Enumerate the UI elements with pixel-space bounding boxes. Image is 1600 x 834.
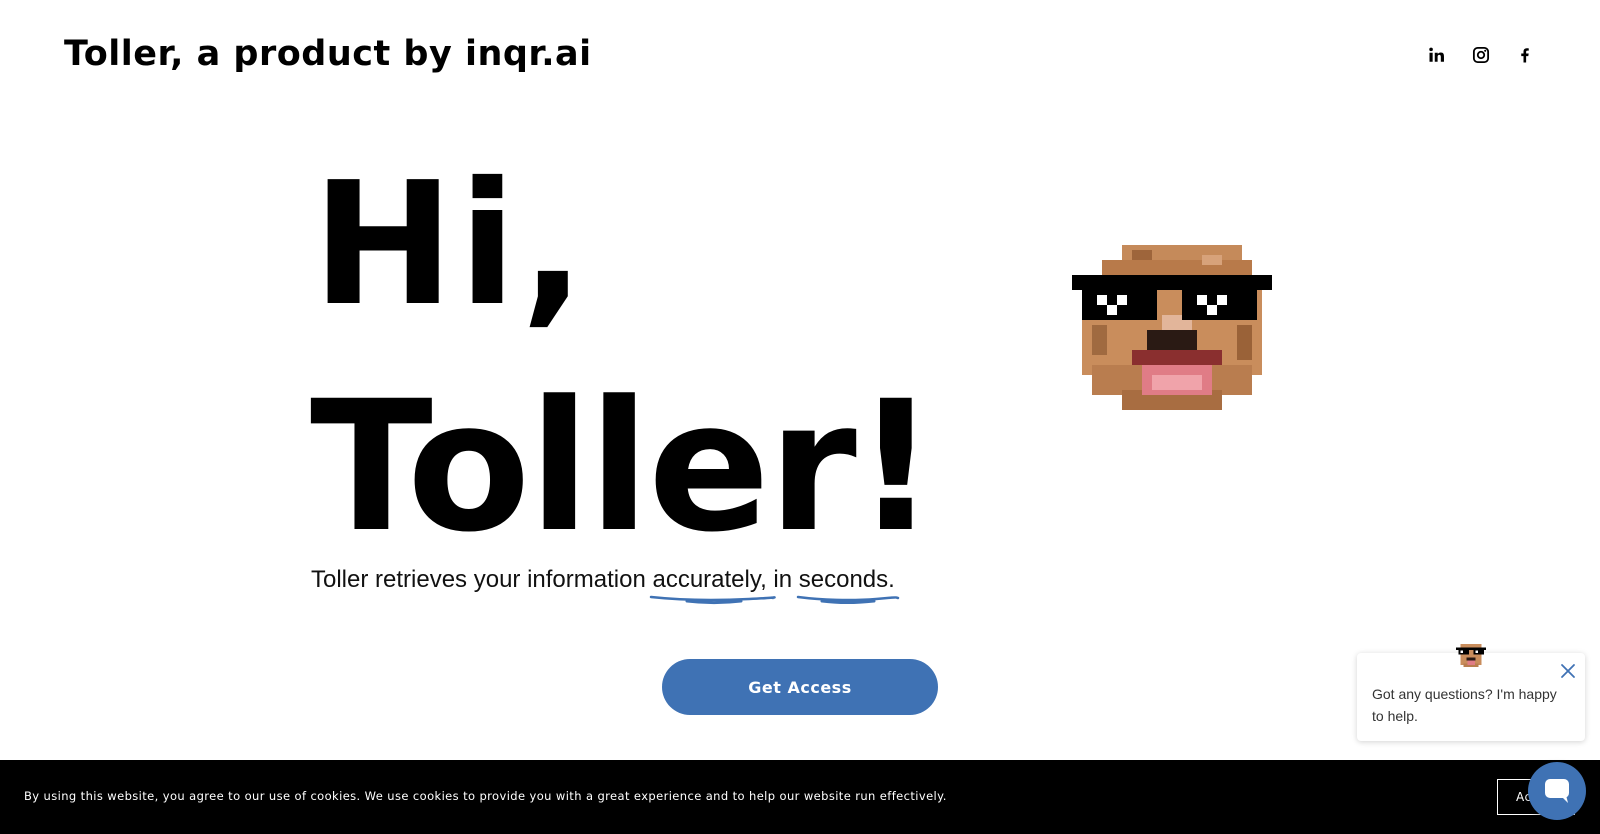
brand-title[interactable]: Toller, a product by inqr.ai xyxy=(64,34,592,74)
tagline-text: Toller retrieves your information xyxy=(311,566,653,593)
tagline-emphasis-seconds: seconds. xyxy=(796,566,900,604)
hero-heading-line2: Toller! xyxy=(310,363,937,572)
tagline-text-mid: in xyxy=(766,566,799,593)
chat-prompt-text: Got any questions? I'm happy to help. xyxy=(1372,686,1557,724)
brush-underline-icon xyxy=(650,595,777,604)
close-icon[interactable] xyxy=(1560,663,1576,679)
hero-tagline: Toller retrieves your information accura… xyxy=(311,566,900,604)
hero-heading-line1: Hi, xyxy=(312,146,590,344)
cookie-banner: By using this website, you agree to our … xyxy=(0,760,1600,834)
social-links xyxy=(1426,44,1536,66)
chat-launcher-button[interactable] xyxy=(1528,762,1586,820)
chat-bubble-icon xyxy=(1545,779,1569,803)
pixel-dog-sunglasses-icon xyxy=(1072,245,1272,410)
get-access-button[interactable]: Get Access xyxy=(662,659,938,715)
chat-avatar-dog-icon xyxy=(1456,643,1486,667)
instagram-icon[interactable] xyxy=(1470,44,1492,66)
brush-underline-icon xyxy=(796,595,900,604)
tagline-emphasis-accurately: accurately, xyxy=(650,566,777,604)
cookie-banner-text: By using this website, you agree to our … xyxy=(24,789,947,803)
linkedin-icon[interactable] xyxy=(1426,44,1448,66)
facebook-icon[interactable] xyxy=(1514,44,1536,66)
